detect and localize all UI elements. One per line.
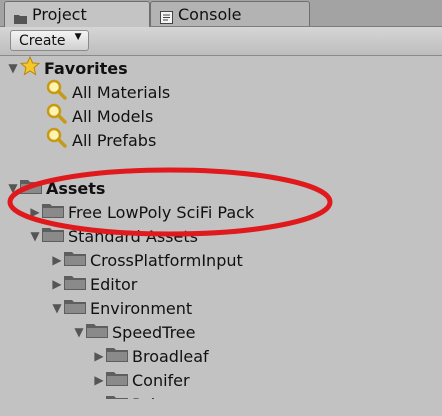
tab-console[interactable]: Console	[150, 1, 310, 26]
folder-icon	[42, 226, 64, 246]
collapsed-arrow-icon[interactable]: ▶	[50, 253, 64, 267]
tab-label: Console	[178, 4, 242, 24]
tree-item-editor[interactable]: ▶ Editor	[50, 272, 137, 296]
project-tree: ▼ Favorites All Materials All Models All…	[0, 55, 442, 414]
collapsed-arrow-icon[interactable]: ▶	[50, 277, 64, 291]
expand-arrow-icon[interactable]: ▼	[6, 181, 20, 195]
tab-label: Project	[32, 5, 87, 24]
tree-label: Broadleaf	[132, 346, 209, 366]
search-icon	[46, 79, 68, 105]
folder-icon	[42, 202, 64, 222]
folder-icon	[64, 298, 86, 318]
tree-label: Editor	[90, 274, 138, 294]
create-label: Create	[19, 32, 66, 49]
tree-label: All Materials	[72, 82, 171, 102]
tree-item-speedtree[interactable]: ▼ SpeedTree	[72, 320, 196, 344]
expand-arrow-icon[interactable]: ▼	[50, 301, 64, 315]
search-icon	[46, 103, 68, 129]
tree-label: Environment	[90, 298, 193, 318]
create-button[interactable]: Create ▼	[10, 30, 89, 51]
folder-icon	[106, 346, 128, 366]
folder-icon	[106, 370, 128, 390]
folder-icon	[20, 178, 42, 198]
tree-label: Conifer	[132, 370, 190, 390]
folder-icon	[86, 322, 108, 342]
tree-item-all-materials[interactable]: All Materials	[46, 79, 171, 105]
tree-label: Assets	[46, 178, 106, 198]
expand-arrow-icon[interactable]: ▼	[28, 229, 42, 243]
collapsed-arrow-icon[interactable]: ▶	[28, 205, 42, 219]
expand-arrow-icon[interactable]: ▼	[6, 61, 20, 75]
panel-bottom-edge	[0, 399, 442, 413]
tree-label: All Prefabs	[72, 130, 157, 150]
collapsed-arrow-icon[interactable]: ▶	[92, 373, 106, 387]
tree-label: All Models	[72, 106, 154, 126]
tree-label: Free LowPoly SciFi Pack	[68, 202, 255, 222]
console-icon	[160, 9, 173, 24]
tree-label: SpeedTree	[112, 322, 196, 342]
expand-arrow-icon[interactable]: ▼	[72, 325, 86, 339]
folder-icon	[64, 274, 86, 294]
dropdown-caret-icon: ▼	[74, 32, 82, 42]
tree-item-assets[interactable]: ▼ Assets	[6, 176, 105, 200]
toolbar: Create ▼	[0, 26, 442, 56]
tree-item-favorites[interactable]: ▼ Favorites	[6, 55, 128, 80]
tree-label: Favorites	[44, 58, 128, 78]
tree-item-all-prefabs[interactable]: All Prefabs	[46, 127, 157, 153]
star-icon	[19, 55, 41, 80]
tree-label: CrossPlatformInput	[90, 250, 243, 270]
tree-item-broadleaf[interactable]: ▶ Broadleaf	[92, 344, 209, 368]
folder-icon	[64, 250, 86, 270]
tab-project[interactable]: Project	[4, 1, 150, 27]
folder-icon	[14, 9, 27, 24]
tree-item-standard-assets[interactable]: ▼ Standard Assets	[28, 224, 198, 248]
tab-bar: Project Console	[0, 0, 442, 27]
search-icon	[46, 127, 68, 153]
tree-label: Standard Assets	[68, 226, 198, 246]
collapsed-arrow-icon[interactable]: ▶	[92, 349, 106, 363]
tree-item-conifer[interactable]: ▶ Conifer	[92, 368, 190, 392]
tree-item-environment[interactable]: ▼ Environment	[50, 296, 192, 320]
tree-item-free-lowpoly-scifi-pack[interactable]: ▶ Free LowPoly SciFi Pack	[28, 200, 254, 224]
tree-item-all-models[interactable]: All Models	[46, 103, 154, 129]
tree-item-crossplatforminput[interactable]: ▶ CrossPlatformInput	[50, 248, 243, 272]
